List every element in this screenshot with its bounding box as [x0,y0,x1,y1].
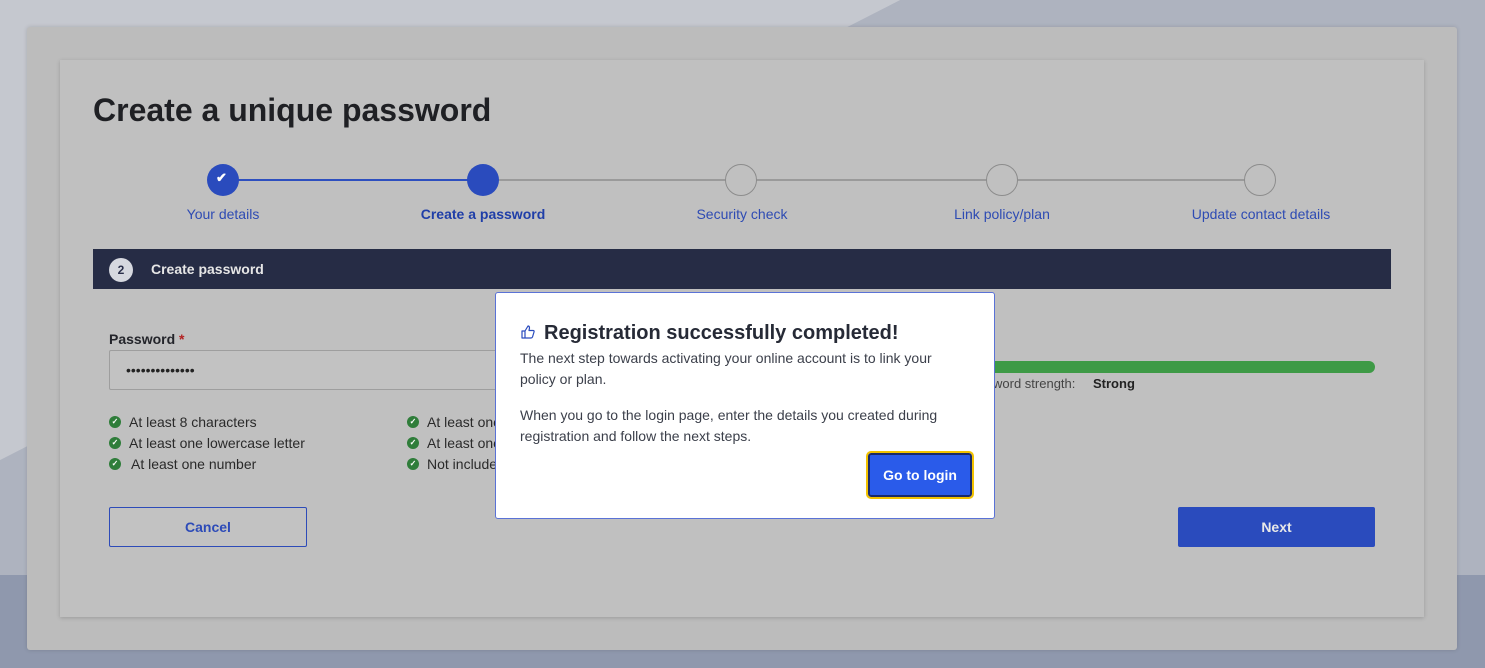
dialog-message-1: The next step towards activating your on… [520,350,932,387]
rule-not-include: Not include [427,456,498,472]
check-circle-icon: ✓ [109,437,121,449]
step-4-circle [986,164,1018,196]
password-input[interactable]: •••••••••••••• [109,350,509,390]
rule-special: At least one [427,435,501,451]
check-icon: ✔ [216,170,227,185]
step-label-create-password: Create a password [420,206,546,222]
check-circle-icon: ✓ [109,458,121,470]
stepper-progress-line [223,179,483,181]
section-header: 2 Create password [93,249,1391,289]
rule-number: At least one number [131,456,257,472]
check-circle-icon: ✓ [407,416,419,428]
password-strength-label: word strength: [993,376,1076,391]
check-circle-icon: ✓ [109,416,121,428]
section-number-badge: 2 [109,258,133,282]
step-label-security-check: Security check [696,206,788,222]
step-1-circle: ✔ [207,164,239,196]
step-label-your-details: Your details [186,206,260,222]
thumbs-up-icon [521,325,535,339]
cancel-button[interactable]: Cancel [109,507,307,547]
rule-lowercase: At least one lowercase letter [129,435,305,451]
dialog-message-2: When you go to the login page, enter the… [520,407,938,444]
check-circle-icon: ✓ [407,437,419,449]
password-strength-bar [985,361,1375,373]
check-circle-icon: ✓ [407,458,419,470]
stepper-remaining-line [483,179,1261,181]
dialog-title: Registration successfully completed! [544,322,899,344]
page-title: Create a unique password [93,92,492,128]
password-label: Password * [109,331,184,347]
rule-min-length: At least 8 characters [129,414,257,430]
password-strength-value: Strong [1093,376,1135,391]
rule-uppercase: At least one [427,414,501,430]
password-label-text: Password [109,331,176,347]
section-title: Create password [151,261,264,277]
step-5-circle [1244,164,1276,196]
success-dialog: Registration successfully completed! The… [495,292,995,519]
required-marker: * [179,331,185,347]
step-3-circle [725,164,757,196]
step-2-circle [467,164,499,196]
next-button[interactable]: Next [1178,507,1375,547]
go-to-login-button[interactable]: Go to login [866,451,974,499]
step-label-link-policy: Link policy/plan [954,206,1050,222]
step-label-update-contact: Update contact details [1191,206,1331,222]
